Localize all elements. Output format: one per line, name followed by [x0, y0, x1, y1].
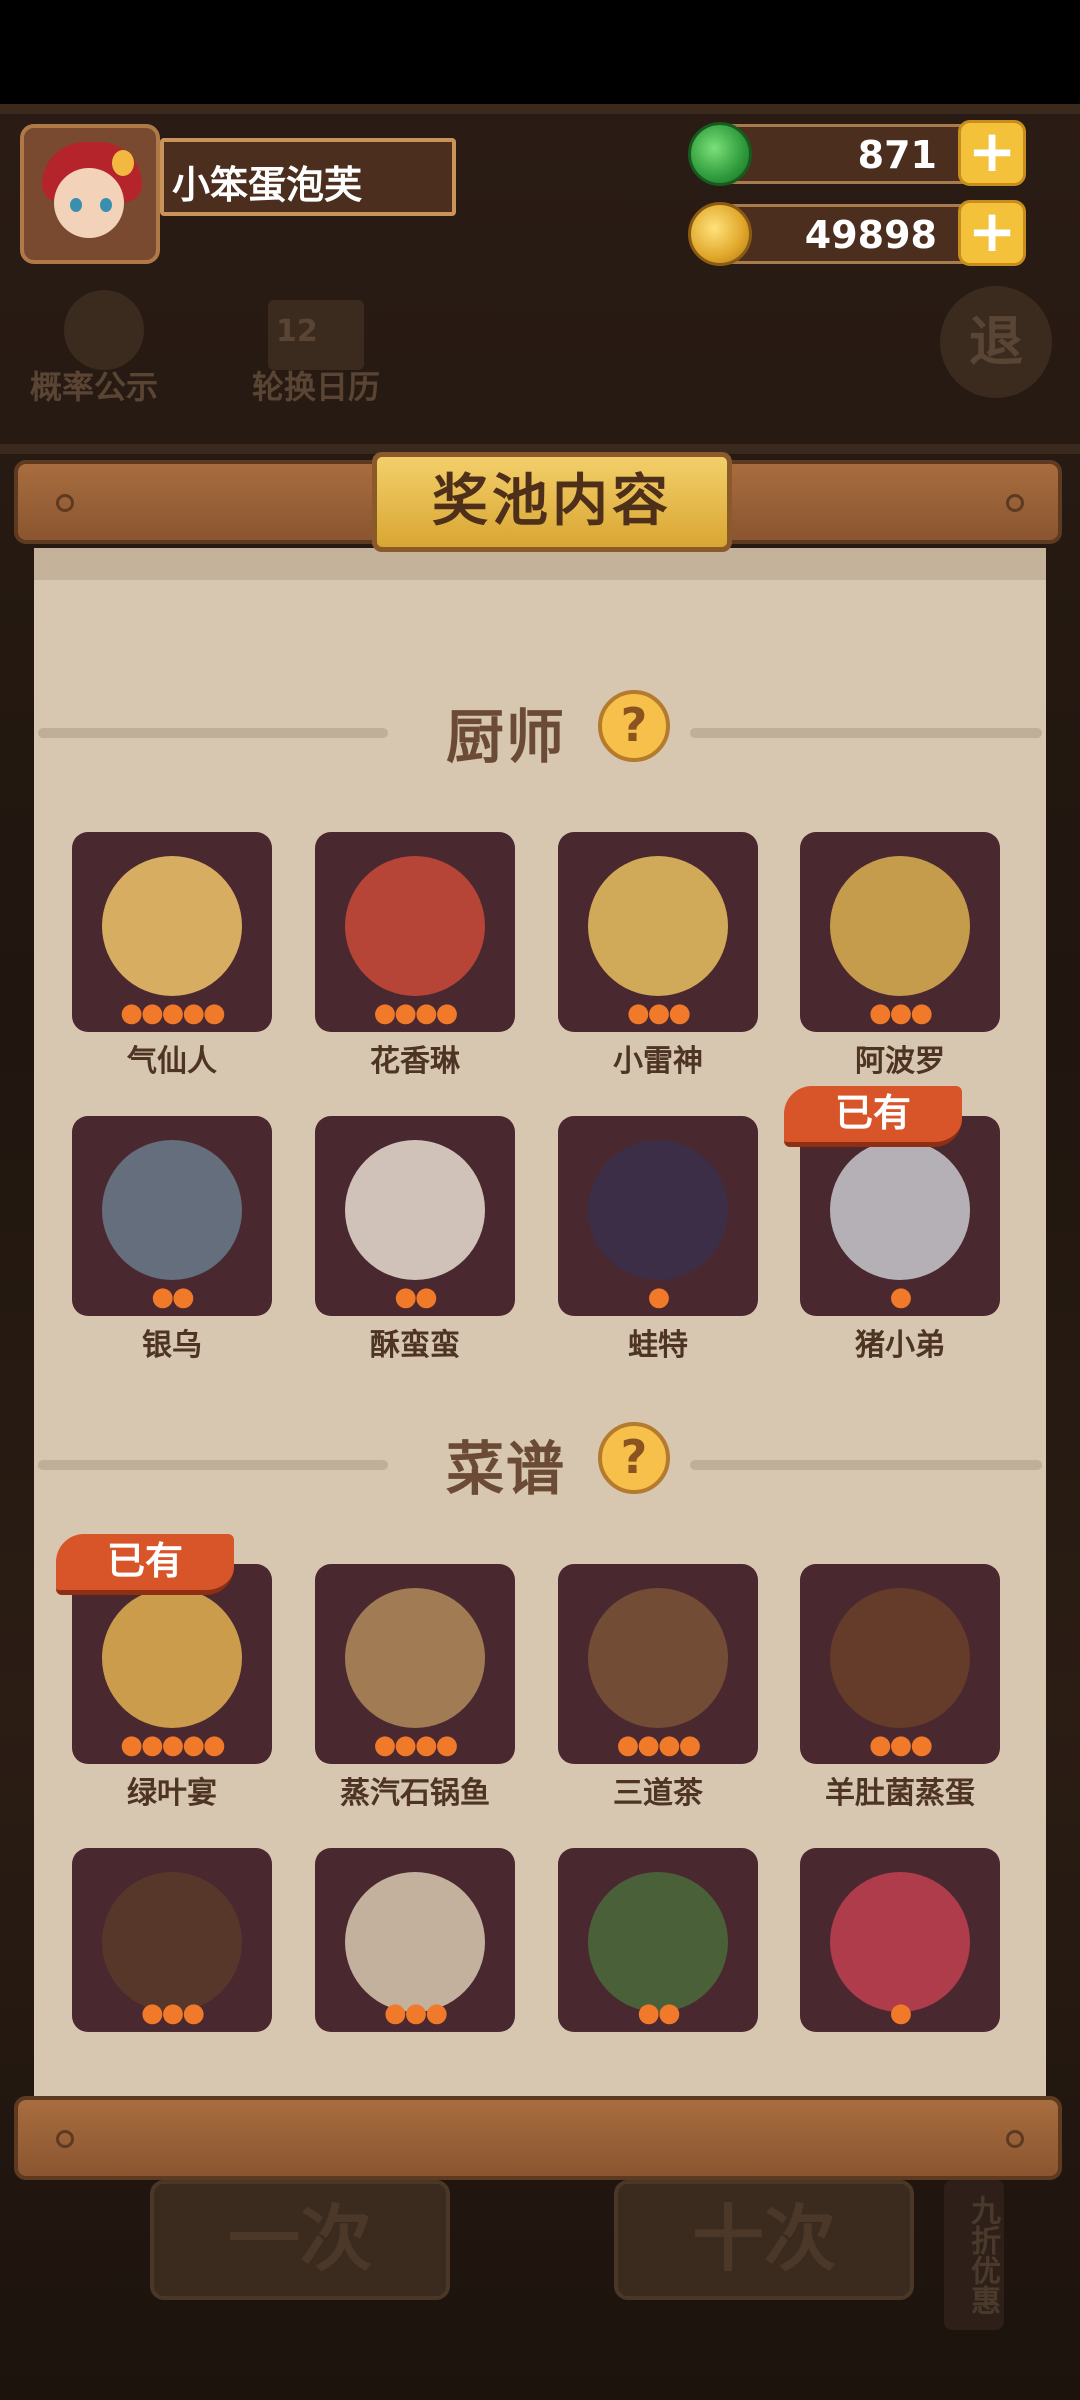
dish-image: [588, 1588, 728, 1728]
dish-image: [830, 1588, 970, 1728]
item-name: 小雷神: [613, 1044, 703, 1079]
owned-badge: 已有: [56, 1534, 234, 1595]
recipe-card[interactable]: ●●●●: [558, 1564, 758, 1764]
chef-portrait: [102, 1140, 242, 1280]
recipe-card[interactable]: ●●●: [72, 1848, 272, 2032]
chef-portrait: [345, 1140, 485, 1280]
calendar-label[interactable]: 轮换日历: [252, 362, 380, 408]
item-name: 绿叶宴: [127, 1776, 217, 1811]
item-name: 花香琳: [370, 1044, 460, 1079]
modal-title-plate: 奖池内容: [372, 452, 732, 552]
probability-label[interactable]: 概率公示: [30, 362, 158, 408]
rarity-flames: ●●●●●: [120, 998, 225, 1028]
probability-icon[interactable]: [64, 290, 144, 370]
item-name: 阿波罗: [855, 1044, 945, 1079]
chef-card[interactable]: ●●: [315, 1116, 515, 1316]
rarity-flames: ●●●●: [373, 1730, 459, 1760]
recipe-card[interactable]: ●●●: [800, 1564, 1000, 1764]
calendar-icon[interactable]: 12: [268, 300, 364, 370]
chef-card[interactable]: ●●: [72, 1116, 272, 1316]
recipe-card[interactable]: ●●●●: [315, 1564, 515, 1764]
player-name-box: 小笨蛋泡芙: [160, 138, 456, 216]
chef-card[interactable]: ●●●: [800, 832, 1000, 1032]
recipe-card[interactable]: ●●: [558, 1848, 758, 2032]
exit-button[interactable]: 退: [940, 286, 1052, 398]
player-name: 小笨蛋泡芙: [172, 163, 363, 207]
flame-badge-icon: [112, 150, 134, 176]
rarity-flames: ●●●: [140, 1998, 205, 2028]
item-name: 气仙人: [127, 1044, 217, 1079]
chefs-help-button[interactable]: ?: [598, 690, 670, 762]
item-name: 蛙特: [628, 1328, 688, 1363]
calendar-day: 12: [276, 314, 318, 349]
chef-card[interactable]: ●●●●●: [72, 832, 272, 1032]
dish-image: [102, 1588, 242, 1728]
rarity-flames: ●●●: [868, 998, 933, 1028]
status-bar: [0, 0, 1080, 104]
chef-card[interactable]: ●●●: [558, 832, 758, 1032]
dish-image: [345, 1872, 485, 2012]
chef-card[interactable]: ●: [558, 1116, 758, 1316]
rarity-flames: ●●●●●: [120, 1730, 225, 1760]
item-name: 三道茶: [613, 1776, 703, 1811]
rarity-flames: ●●: [394, 1282, 437, 1312]
section-title-chefs: 厨师: [446, 703, 567, 771]
recipe-card[interactable]: ●●●: [315, 1848, 515, 2032]
dish-image: [588, 1872, 728, 2012]
rarity-flames: ●●●●: [373, 998, 459, 1028]
draw-once-button[interactable]: 一次: [150, 2180, 450, 2300]
rarity-flames: ●●: [637, 1998, 680, 2028]
rarity-flames: ●●●: [868, 1730, 933, 1760]
item-name: 酥蛮蛮: [370, 1328, 460, 1363]
draw-ten-button[interactable]: 十次: [614, 2180, 914, 2300]
rarity-flames: ●: [889, 1998, 913, 2028]
dish-image: [345, 1588, 485, 1728]
jade-value: 871: [857, 133, 937, 177]
add-gold-button[interactable]: +: [958, 200, 1026, 266]
chef-portrait: [830, 1140, 970, 1280]
gold-coin-icon: [688, 202, 752, 266]
item-name: 羊肚菌蒸蛋: [825, 1776, 975, 1811]
chef-portrait: [588, 856, 728, 996]
dish-image: [830, 1872, 970, 2012]
rarity-flames: ●: [647, 1282, 671, 1312]
rarity-flames: ●●: [151, 1282, 194, 1312]
item-name: 银乌: [142, 1328, 202, 1363]
modal-title: 奖池内容: [432, 469, 672, 534]
chef-portrait: [588, 1140, 728, 1280]
section-title-recipes: 菜谱: [446, 1435, 567, 1503]
dish-image: [102, 1872, 242, 2012]
rarity-flames: ●●●: [383, 1998, 448, 2028]
item-name: 蒸汽石锅鱼: [340, 1776, 490, 1811]
recipes-help-button[interactable]: ?: [598, 1422, 670, 1494]
add-jade-button[interactable]: +: [958, 120, 1026, 186]
recipe-card[interactable]: ●: [800, 1848, 1000, 2032]
jade-coin-icon: [688, 122, 752, 186]
discount-tab[interactable]: 九折优惠: [944, 2180, 1004, 2330]
rarity-flames: ●●●●: [616, 1730, 702, 1760]
bottom-scroll-rail: [14, 2096, 1062, 2180]
item-name: 猪小弟: [855, 1328, 945, 1363]
chef-card[interactable]: ●●●●: [315, 832, 515, 1032]
rarity-flames: ●●●: [626, 998, 691, 1028]
chef-portrait: [102, 856, 242, 996]
gold-value: 49898: [804, 213, 937, 257]
rarity-flames: ●: [889, 1282, 913, 1312]
chef-portrait: [830, 856, 970, 996]
player-avatar[interactable]: [20, 124, 160, 264]
owned-badge: 已有: [784, 1086, 962, 1147]
chef-portrait: [345, 856, 485, 996]
